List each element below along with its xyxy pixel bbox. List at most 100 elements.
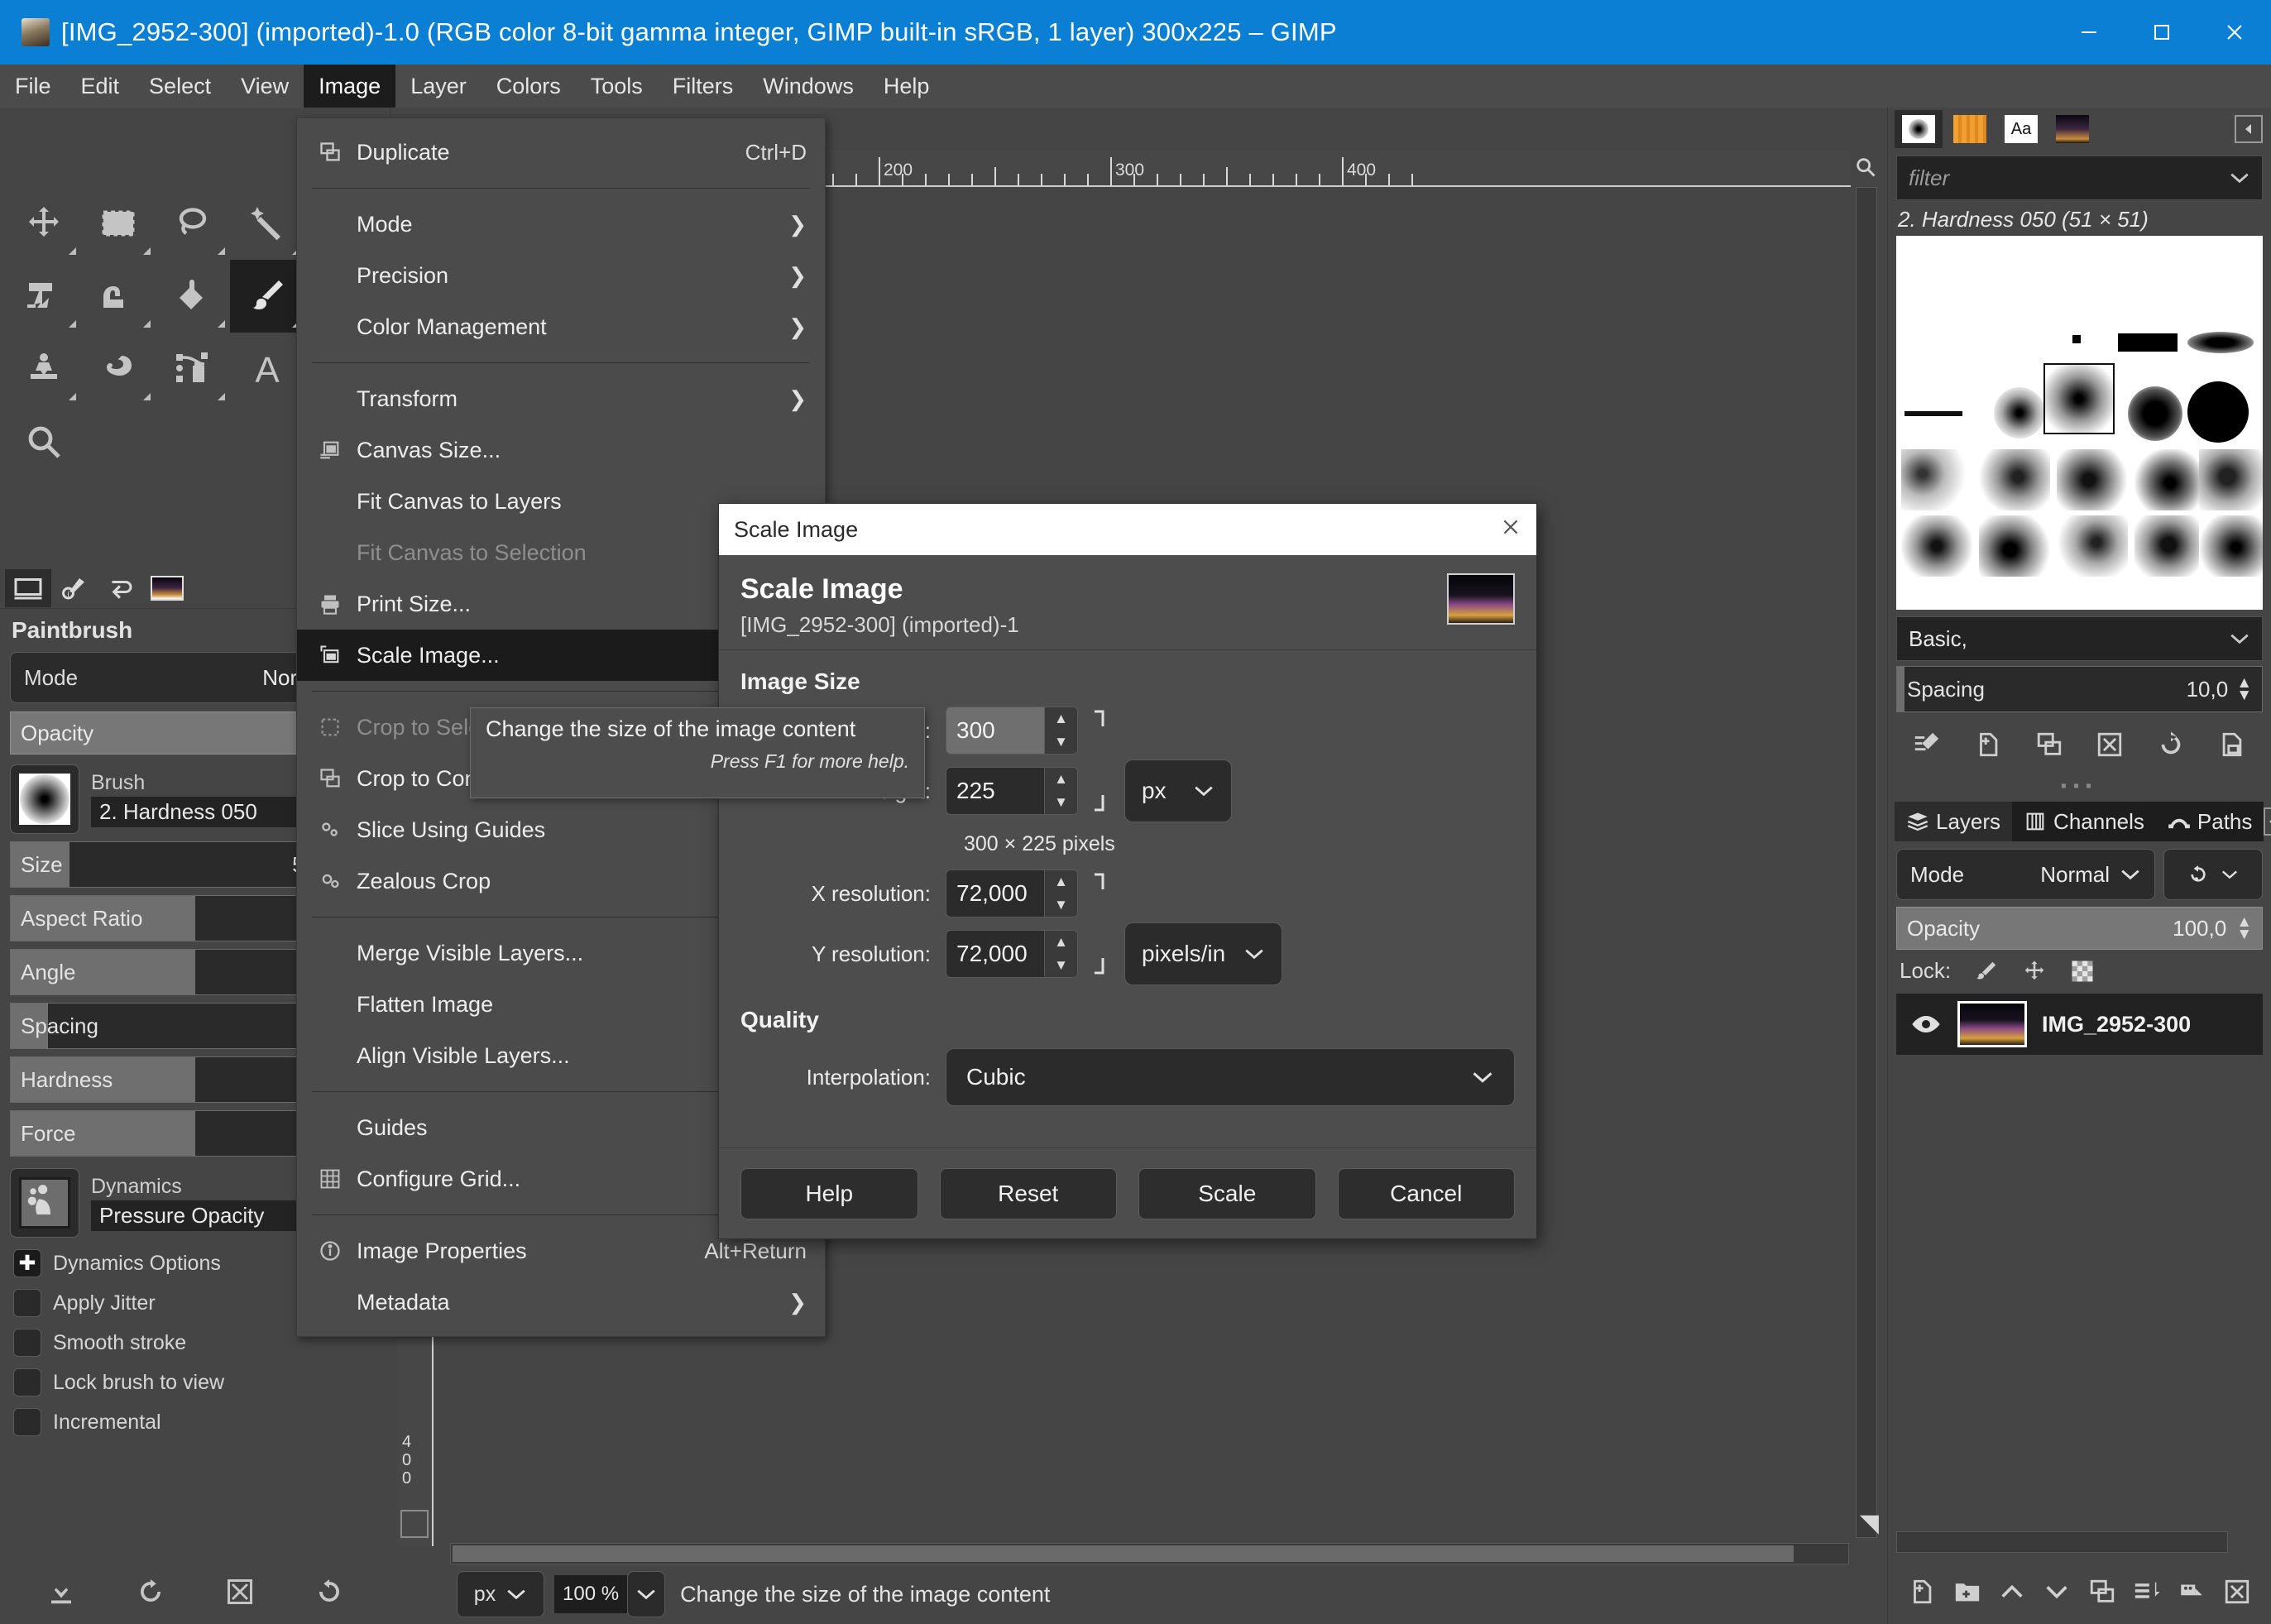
interpolation-combo[interactable]: Cubic (946, 1048, 1515, 1106)
menu-edit[interactable]: Edit (66, 65, 135, 108)
zoom-tool[interactable] (7, 405, 81, 478)
menu-image[interactable]: Image (304, 65, 396, 108)
undo-history-tab[interactable] (98, 569, 144, 607)
lower-layer-icon[interactable] (2043, 1578, 2071, 1606)
apply-jitter-checkbox[interactable] (13, 1289, 41, 1317)
delete-brush-icon[interactable] (2096, 731, 2124, 759)
menu-colors[interactable]: Colors (482, 65, 576, 108)
new-brush-icon[interactable] (1974, 731, 2002, 759)
lock-position-icon[interactable] (2022, 959, 2047, 984)
zoom-dropdown-button[interactable] (627, 1571, 666, 1617)
bucket-fill-tool[interactable] (156, 260, 230, 333)
eraser-tool[interactable] (81, 260, 156, 333)
collapse-layers-dock-icon[interactable] (2264, 807, 2271, 836)
unit-combo[interactable]: px (457, 1571, 544, 1617)
yres-value[interactable]: 72,000 (946, 931, 1044, 977)
dialog-close-button[interactable] (1500, 516, 1521, 544)
size-unit-combo[interactable]: px (1124, 759, 1232, 822)
delete-options-icon[interactable] (225, 1577, 255, 1607)
fonts-tab[interactable]: Aa (1997, 110, 2045, 148)
menu-item-mode[interactable]: Mode ❯ (297, 199, 825, 250)
brushes-tab[interactable] (1895, 110, 1943, 148)
menu-item-color-management[interactable]: Color Management ❯ (297, 301, 825, 352)
raise-layer-icon[interactable] (1998, 1578, 2026, 1606)
layer-opacity-stepper[interactable]: ▲ ▼ (2236, 914, 2252, 942)
xres-input[interactable]: 72,000 ▲ ▼ (946, 869, 1078, 917)
zoom-fit-button[interactable] (1851, 151, 1881, 184)
tab-channels[interactable]: Channels (2012, 802, 2156, 841)
align-tool[interactable] (7, 260, 81, 333)
composite-mode-button[interactable] (2163, 849, 2263, 900)
duplicate-brush-icon[interactable] (2035, 731, 2063, 759)
yres-stepper[interactable]: ▲ ▼ (1044, 931, 1077, 977)
smudge-tool[interactable] (81, 333, 156, 405)
new-layer-group-icon[interactable] (1953, 1578, 1981, 1606)
dock-drag-handle[interactable]: ▪▪▪ (1888, 777, 2271, 796)
menu-item-transform[interactable]: Transform ❯ (297, 373, 825, 424)
layer-mode-combo[interactable]: Mode Normal (1896, 849, 2155, 900)
free-select-tool[interactable] (156, 187, 230, 260)
brush-item-selected[interactable] (2043, 363, 2115, 434)
menu-item-canvas-size[interactable]: Canvas Size... (297, 424, 825, 476)
brush-item[interactable] (1979, 515, 2050, 577)
lock-brush-checkbox[interactable] (13, 1368, 41, 1396)
brush-item[interactable] (1994, 387, 2045, 438)
tab-paths[interactable]: Paths (2155, 802, 2264, 841)
brush-item[interactable] (2057, 515, 2128, 577)
tab-layers[interactable]: Layers (1895, 802, 2013, 841)
duplicate-layer-icon[interactable] (2088, 1578, 2116, 1606)
resolution-unit-combo[interactable]: pixels/in (1124, 922, 1283, 985)
xres-value[interactable]: 72,000 (946, 870, 1044, 917)
lock-brush-row[interactable]: Lock brush to view (13, 1368, 390, 1396)
incremental-checkbox[interactable] (13, 1408, 41, 1436)
brush-item[interactable] (2118, 333, 2178, 352)
device-status-tab[interactable]: i (51, 569, 98, 607)
anchor-layer-icon[interactable] (2178, 1578, 2206, 1606)
brush-item[interactable] (2199, 449, 2263, 510)
menu-item-metadata[interactable]: Metadata ❯ (297, 1277, 825, 1328)
dynamics-preview[interactable] (10, 1168, 79, 1238)
maximize-button[interactable] (2125, 0, 2198, 65)
vertical-scrollbar[interactable] (1856, 187, 1877, 1538)
lock-alpha-icon[interactable] (2070, 959, 2095, 984)
help-button[interactable]: Help (740, 1167, 918, 1219)
menu-file[interactable]: File (0, 65, 66, 108)
merge-down-icon[interactable] (2133, 1578, 2161, 1606)
quickmask-toggle[interactable] (400, 1510, 429, 1538)
minimize-button[interactable] (2053, 0, 2125, 65)
expander-plus-icon[interactable]: ✚ (13, 1249, 41, 1277)
eye-icon[interactable] (1909, 1013, 1943, 1036)
brush-item[interactable] (2128, 386, 2182, 441)
brush-grid[interactable] (1896, 236, 2263, 610)
incremental-row[interactable]: Incremental (13, 1408, 390, 1436)
edit-brush-icon[interactable] (1913, 731, 1941, 759)
text-tool[interactable]: A (230, 333, 304, 405)
layer-opacity-slider[interactable]: Opacity 100,0 ▲ ▼ (1896, 907, 2263, 950)
reset-button[interactable]: Reset (939, 1167, 1117, 1219)
layer-row[interactable]: IMG_2952-300 (1896, 994, 2263, 1055)
layer-list-scrollbar[interactable] (1896, 1531, 2228, 1553)
res-chain-bottom-icon[interactable] (1078, 930, 1124, 978)
tool-options-tab[interactable] (5, 568, 51, 607)
cancel-button[interactable]: Cancel (1337, 1167, 1515, 1219)
menu-view[interactable]: View (226, 65, 304, 108)
smooth-stroke-checkbox[interactable] (13, 1329, 41, 1357)
chain-link-bottom-icon[interactable] (1078, 767, 1124, 815)
brush-item[interactable] (1901, 449, 1972, 510)
width-input[interactable]: 300 ▲ ▼ (946, 707, 1078, 755)
menu-windows[interactable]: Windows (748, 65, 869, 108)
zoom-value[interactable]: 100 % (554, 1575, 628, 1613)
refresh-brushes-icon[interactable] (2157, 731, 2185, 759)
brush-item[interactable] (2057, 449, 2128, 510)
brush-preview[interactable] (10, 764, 79, 834)
brush-item[interactable] (2187, 332, 2254, 353)
save-options-icon[interactable] (46, 1577, 76, 1607)
yres-input[interactable]: 72,000 ▲ ▼ (946, 930, 1078, 978)
brush-item[interactable] (1979, 449, 2050, 510)
new-layer-icon[interactable] (1908, 1578, 1936, 1606)
brush-item[interactable] (2187, 381, 2249, 443)
menu-filters[interactable]: Filters (658, 65, 749, 108)
height-input[interactable]: 225 ▲ ▼ (946, 767, 1078, 815)
menu-layer[interactable]: Layer (395, 65, 482, 108)
restore-options-icon[interactable] (136, 1577, 165, 1607)
